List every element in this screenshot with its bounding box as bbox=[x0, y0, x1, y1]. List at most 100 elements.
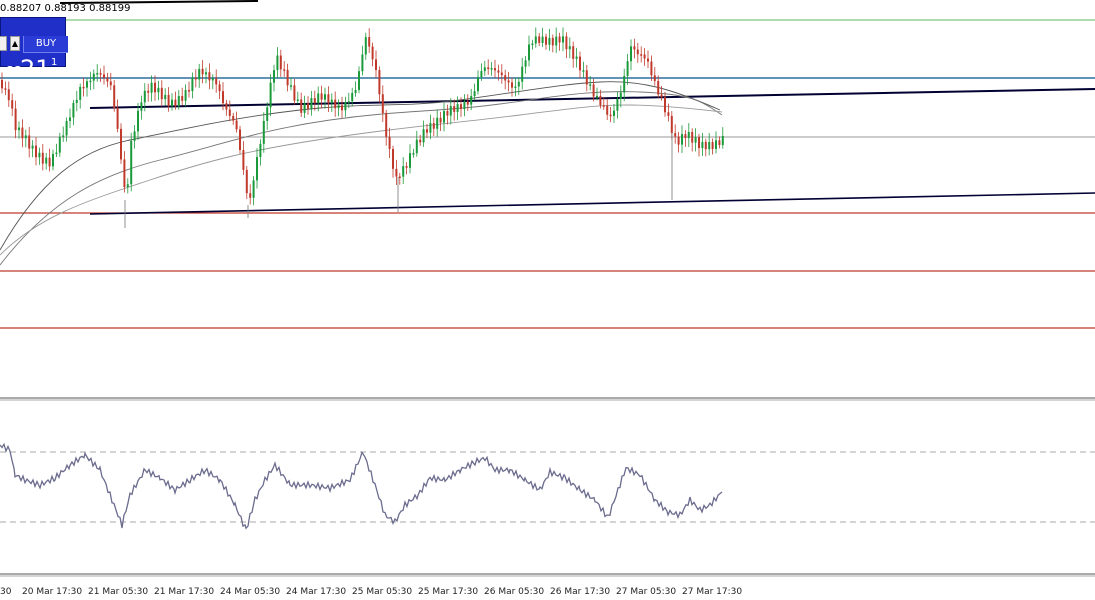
candle-body bbox=[347, 101, 350, 103]
candle-body bbox=[123, 159, 126, 188]
candle-body bbox=[677, 136, 680, 145]
candle-body bbox=[276, 55, 279, 71]
candle-body bbox=[422, 129, 425, 143]
volume-field[interactable] bbox=[0, 36, 7, 51]
candle-body bbox=[562, 36, 564, 43]
candle-body bbox=[473, 91, 476, 97]
candle-body bbox=[86, 81, 88, 88]
candle-body bbox=[337, 105, 340, 109]
candle-body bbox=[256, 157, 258, 181]
channel-upper-trendline[interactable] bbox=[89, 88, 1095, 109]
candle-body bbox=[296, 99, 299, 101]
candle-body bbox=[96, 73, 99, 75]
candle-body bbox=[633, 46, 636, 50]
candle-body bbox=[619, 92, 622, 99]
candle-body bbox=[517, 81, 520, 87]
one-click-trade-panel[interactable]: ▲ BUY .88 21 1 bbox=[0, 17, 68, 83]
up-arrow-icon[interactable]: ▲ bbox=[10, 36, 20, 51]
candle-body bbox=[147, 90, 150, 93]
candle-body bbox=[157, 87, 160, 93]
quote-readout: 0.88207 0.88193 0.88199 bbox=[0, 3, 130, 14]
candle-body bbox=[647, 58, 649, 62]
moving-average-slow bbox=[0, 104, 723, 256]
candle-body bbox=[596, 95, 598, 98]
candle-body bbox=[466, 101, 469, 105]
candle-body bbox=[694, 137, 697, 143]
time-label: 27 Mar 05:30 bbox=[616, 587, 676, 597]
candle-body bbox=[181, 95, 184, 101]
time-label: 25 Mar 05:30 bbox=[352, 587, 412, 597]
candle-body bbox=[541, 36, 544, 43]
candle-body bbox=[99, 73, 102, 75]
candle-body bbox=[364, 37, 367, 55]
candle-body bbox=[45, 157, 48, 164]
candle-body bbox=[548, 37, 551, 45]
candle-body bbox=[252, 180, 255, 198]
candle-body bbox=[269, 82, 272, 108]
candle-body bbox=[589, 84, 592, 86]
candle-body bbox=[55, 152, 58, 155]
candle-body bbox=[354, 90, 357, 93]
candle-body bbox=[4, 88, 7, 90]
candle-body bbox=[140, 102, 143, 111]
candle-body bbox=[500, 72, 503, 76]
candle-body bbox=[106, 77, 109, 82]
candle-body bbox=[528, 44, 530, 61]
candle-body bbox=[92, 73, 95, 81]
candle-body bbox=[715, 140, 717, 150]
candlestick-series[interactable] bbox=[1, 27, 724, 228]
candle-body bbox=[582, 70, 585, 72]
candle-body bbox=[538, 36, 541, 43]
candle-body bbox=[385, 113, 388, 137]
chart-area[interactable]: 0.88207 0.88193 0.88199 30 20 Mar 17:30 … bbox=[0, 0, 1095, 600]
candle-body bbox=[239, 129, 241, 151]
candle-body bbox=[640, 54, 643, 56]
candle-body bbox=[191, 77, 194, 92]
candle-body bbox=[623, 75, 626, 93]
candle-body bbox=[167, 94, 170, 107]
candle-body bbox=[218, 84, 221, 92]
candle-body bbox=[453, 106, 456, 112]
candle-body bbox=[21, 127, 24, 139]
candle-body bbox=[650, 61, 653, 76]
candle-body bbox=[228, 109, 231, 116]
candle-body bbox=[602, 105, 605, 107]
time-label: 21 Mar 05:30 bbox=[88, 587, 148, 597]
candle-body bbox=[687, 131, 690, 139]
candle-body bbox=[324, 94, 326, 100]
candle-body bbox=[439, 117, 442, 123]
candle-body bbox=[317, 93, 320, 104]
candle-body bbox=[572, 46, 575, 59]
time-label: 30 bbox=[0, 587, 12, 597]
candle-body bbox=[24, 135, 27, 139]
candle-body bbox=[419, 139, 422, 143]
candle-body bbox=[31, 145, 34, 149]
candle-body bbox=[456, 104, 459, 112]
candle-body bbox=[1, 80, 3, 89]
candle-body bbox=[194, 77, 197, 80]
candle-body bbox=[698, 137, 700, 149]
candle-body bbox=[69, 117, 71, 122]
candle-body bbox=[480, 71, 483, 78]
oscillator-line bbox=[0, 442, 723, 530]
candle-body bbox=[273, 70, 275, 83]
candle-body bbox=[164, 94, 167, 100]
candle-body bbox=[381, 94, 384, 114]
candle-body bbox=[415, 139, 418, 154]
time-label: 26 Mar 17:30 bbox=[550, 587, 610, 597]
candle-body bbox=[201, 68, 204, 75]
buy-button[interactable]: BUY bbox=[23, 36, 68, 53]
candle-body bbox=[511, 82, 513, 88]
candle-body bbox=[483, 67, 486, 72]
candle-body bbox=[371, 46, 374, 60]
ask-price-main: 21 bbox=[20, 55, 51, 83]
candle-body bbox=[497, 70, 500, 73]
candle-body bbox=[681, 134, 683, 145]
channel-lower-trendline[interactable] bbox=[89, 192, 1095, 215]
candle-body bbox=[494, 68, 496, 71]
candle-body bbox=[171, 99, 173, 107]
candle-body bbox=[266, 107, 269, 121]
candle-body bbox=[504, 75, 507, 81]
candle-body bbox=[375, 59, 377, 71]
candle-body bbox=[531, 43, 534, 46]
